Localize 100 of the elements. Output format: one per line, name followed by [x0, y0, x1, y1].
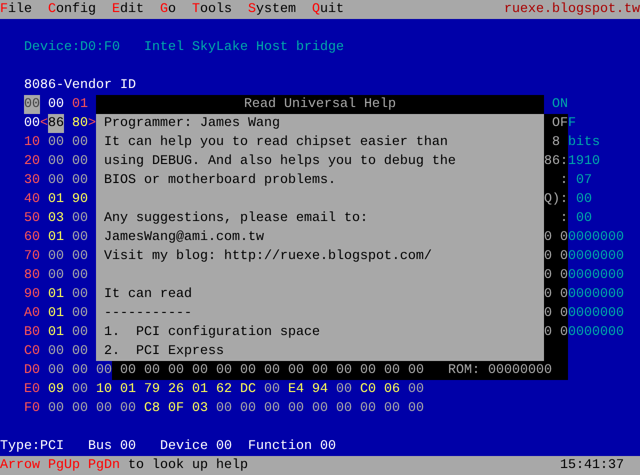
- hex-value[interactable]: 00: [48, 133, 64, 152]
- hex-value[interactable]: 00: [72, 380, 88, 399]
- hex-value[interactable]: 00: [144, 361, 160, 380]
- hex-value[interactable]: DC: [240, 380, 256, 399]
- menu-item[interactable]: Edit: [112, 0, 144, 19]
- hex-value[interactable]: 0F: [168, 399, 184, 418]
- hex-value[interactable]: 79: [144, 380, 160, 399]
- info-text: OFF: [552, 115, 576, 133]
- hex-value[interactable]: 00: [312, 399, 328, 418]
- hex-value[interactable]: 86: [48, 114, 64, 133]
- hex-value[interactable]: 00: [120, 361, 136, 380]
- hex-value[interactable]: E4: [288, 380, 304, 399]
- hex-value[interactable]: 00: [48, 247, 64, 266]
- info-text: 0 00000000: [544, 248, 624, 266]
- hex-value[interactable]: 00: [72, 171, 88, 190]
- hex-value[interactable]: 00: [240, 399, 256, 418]
- hex-value[interactable]: 01: [48, 304, 64, 323]
- hex-value[interactable]: 03: [48, 209, 64, 228]
- hex-value[interactable]: 10: [96, 380, 112, 399]
- hex-value[interactable]: 00: [408, 361, 424, 380]
- hex-value[interactable]: 01: [48, 228, 64, 247]
- grid-corner: 00: [24, 95, 40, 114]
- info-text: 86:1910: [544, 153, 600, 171]
- row-header: 20: [24, 153, 40, 171]
- function-number: Function 00: [248, 438, 336, 456]
- hex-value[interactable]: 00: [288, 361, 304, 380]
- hex-value[interactable]: 94: [312, 380, 328, 399]
- hex-value[interactable]: 00: [408, 380, 424, 399]
- hex-value[interactable]: 00: [336, 399, 352, 418]
- hex-value[interactable]: 00: [72, 266, 88, 285]
- hex-value[interactable]: 00: [48, 266, 64, 285]
- hex-value[interactable]: 00: [408, 399, 424, 418]
- row-header: 30: [24, 172, 40, 190]
- hex-value[interactable]: 00: [72, 399, 88, 418]
- row-header: 90: [24, 286, 40, 304]
- menu-item[interactable]: Go: [160, 0, 176, 19]
- hex-value[interactable]: 03: [192, 399, 208, 418]
- bus-type: Type:PCI: [0, 438, 64, 456]
- key-hint: Arrow: [0, 457, 40, 475]
- hex-value[interactable]: 00: [72, 342, 88, 361]
- menu-item[interactable]: Quit: [312, 0, 344, 19]
- hex-value[interactable]: 01: [48, 285, 64, 304]
- hex-value[interactable]: 00: [384, 361, 400, 380]
- hex-value[interactable]: 00: [216, 399, 232, 418]
- hex-value[interactable]: 26: [168, 380, 184, 399]
- hex-value[interactable]: 80: [72, 114, 88, 133]
- hex-value[interactable]: 00: [264, 399, 280, 418]
- key-hint: PgDn: [88, 457, 120, 475]
- hex-value[interactable]: 00: [264, 361, 280, 380]
- hex-value[interactable]: 00: [168, 361, 184, 380]
- hex-value[interactable]: 00: [288, 399, 304, 418]
- hex-value[interactable]: 00: [360, 399, 376, 418]
- hex-value[interactable]: 00: [48, 171, 64, 190]
- hex-value[interactable]: 00: [72, 323, 88, 342]
- hex-value[interactable]: 00: [72, 152, 88, 171]
- hex-value[interactable]: 00: [48, 361, 64, 380]
- device-name: Intel SkyLake Host bridge: [144, 39, 344, 57]
- hex-value[interactable]: 00: [96, 361, 112, 380]
- hex-value[interactable]: 00: [336, 361, 352, 380]
- hex-value[interactable]: 00: [48, 342, 64, 361]
- hex-value[interactable]: 01: [48, 190, 64, 209]
- hex-value[interactable]: 00: [72, 361, 88, 380]
- hex-value[interactable]: 00: [72, 228, 88, 247]
- hex-value[interactable]: 00: [72, 133, 88, 152]
- info-text: 8 bits: [552, 134, 600, 152]
- info-text: 0 00000000: [544, 286, 624, 304]
- hex-value[interactable]: 00: [96, 399, 112, 418]
- hex-value[interactable]: 00: [336, 380, 352, 399]
- hex-value[interactable]: 00: [384, 399, 400, 418]
- hex-value[interactable]: 00: [72, 304, 88, 323]
- hex-value[interactable]: C0: [360, 380, 376, 399]
- hex-value[interactable]: 62: [216, 380, 232, 399]
- info-text: 0 00000000: [544, 229, 624, 247]
- hex-value[interactable]: 00: [216, 361, 232, 380]
- info-text: : 00: [560, 210, 592, 228]
- row-header: 60: [24, 229, 40, 247]
- menu-item[interactable]: Config: [48, 0, 96, 19]
- hex-value[interactable]: C8: [144, 399, 160, 418]
- hex-value[interactable]: 00: [72, 247, 88, 266]
- hex-value[interactable]: 00: [312, 361, 328, 380]
- hex-value[interactable]: 00: [72, 209, 88, 228]
- hex-value[interactable]: 90: [72, 190, 88, 209]
- hex-value[interactable]: 00: [48, 399, 64, 418]
- hex-value[interactable]: 00: [120, 399, 136, 418]
- hex-value[interactable]: 00: [264, 380, 280, 399]
- menu-item[interactable]: File: [0, 0, 32, 19]
- hex-value[interactable]: 00: [360, 361, 376, 380]
- hex-value[interactable]: 01: [192, 380, 208, 399]
- hex-value[interactable]: 00: [192, 361, 208, 380]
- hex-value[interactable]: 00: [72, 285, 88, 304]
- hex-value[interactable]: 00: [48, 152, 64, 171]
- hex-value[interactable]: 01: [120, 380, 136, 399]
- row-header: 80: [24, 267, 40, 285]
- hex-value[interactable]: 00: [240, 361, 256, 380]
- hex-value[interactable]: 09: [48, 380, 64, 399]
- info-text: 0 00000000: [544, 305, 624, 323]
- menu-item[interactable]: System: [248, 0, 296, 19]
- menu-item[interactable]: Tools: [192, 0, 232, 19]
- hex-value[interactable]: 06: [384, 380, 400, 399]
- hex-value[interactable]: 01: [48, 323, 64, 342]
